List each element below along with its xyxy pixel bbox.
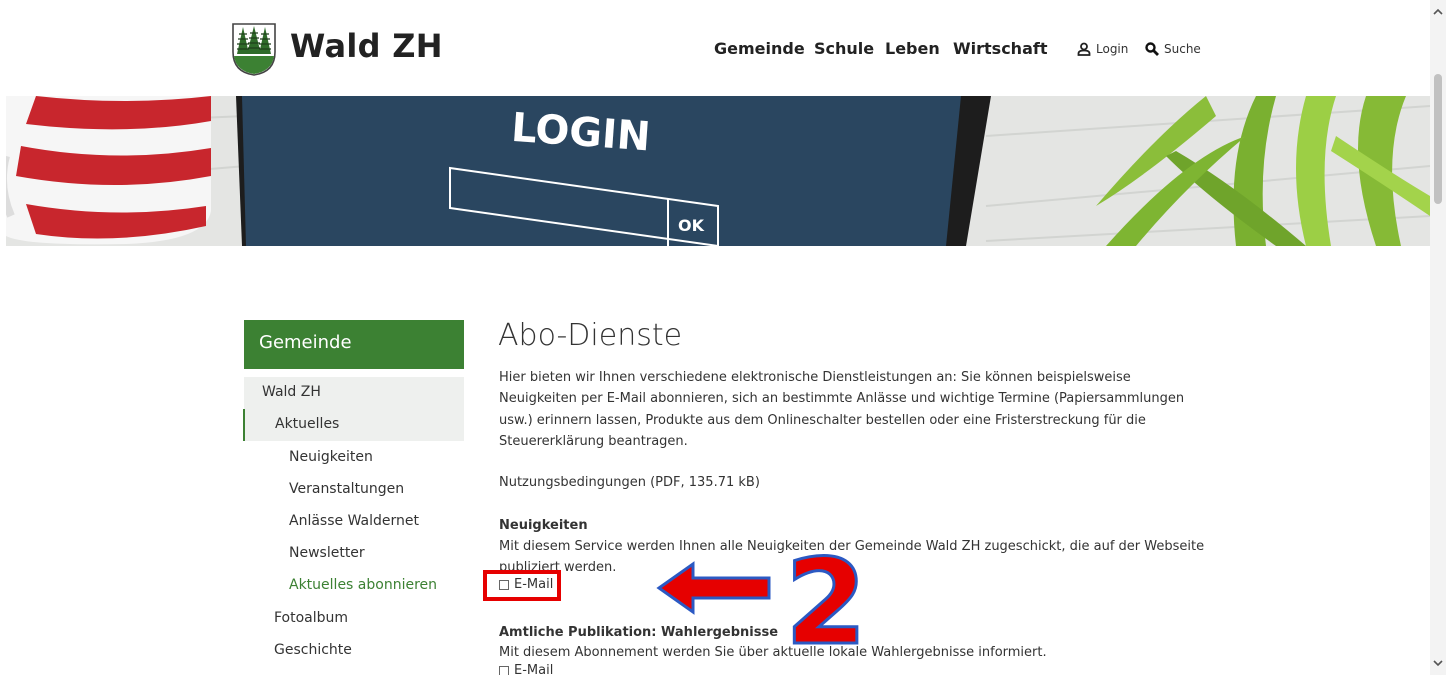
checkbox-box[interactable] (499, 665, 509, 675)
sidebar-item-aktuelles[interactable]: Aktuelles (275, 416, 339, 432)
scroll-up-icon[interactable] (1430, 4, 1446, 20)
sidebar-title[interactable]: Gemeinde (244, 320, 464, 369)
annotation-step-number: 2 (786, 545, 866, 653)
intro-line: Neuigkeiten per E-Mail abonnieren, sich … (499, 391, 1185, 407)
nav-schule[interactable]: Schule (814, 39, 874, 58)
scrollbar-thumb[interactable] (1434, 74, 1442, 204)
nav-gemeinde[interactable]: Gemeinde (714, 39, 805, 58)
user-icon (1077, 42, 1091, 56)
hero-image: LOGIN OK (6, 96, 1430, 246)
site-header: Wald ZH Gemeinde Schule Leben Wirtschaft… (0, 0, 1430, 96)
terms-link[interactable]: Nutzungsbedingungen (PDF, 135.71 kB) (499, 472, 760, 493)
sidebar-item-wald-zh[interactable]: Wald ZH (262, 384, 321, 400)
search-icon (1145, 42, 1159, 56)
login-label: Login (1096, 42, 1129, 56)
hero-banner: LOGIN OK (6, 96, 1430, 246)
section-title-neuigkeiten: Neuigkeiten (499, 518, 588, 533)
mug-illustration (6, 96, 211, 245)
annotation-highlight-box (483, 570, 561, 601)
sidebar-item-aktuelles-abonnieren[interactable]: Aktuelles abonnieren (289, 577, 437, 593)
section-desc-line: Mit diesem Abonnement werden Sie über ak… (499, 645, 1047, 660)
intro-text: Hier bieten wir Ihnen verschiedene elekt… (499, 367, 1184, 452)
search-label: Suche (1164, 42, 1201, 56)
nav-wirtschaft[interactable]: Wirtschaft (953, 39, 1047, 58)
intro-line: Hier bieten wir Ihnen verschiedene elekt… (499, 370, 1131, 385)
scroll-down-icon[interactable] (1430, 655, 1446, 671)
sidebar-item-anlaesse-waldernet[interactable]: Anlässe Waldernet (289, 513, 419, 529)
intro-line: usw.) erinnern lassen, Produkte aus dem … (499, 412, 1146, 428)
annotation-step-number-text: 2 (786, 545, 866, 653)
sidebar-item-neuigkeiten[interactable]: Neuigkeiten (289, 449, 373, 465)
section-title-wahlergebnisse: Amtliche Publikation: Wahlergebnisse (499, 625, 779, 640)
checkbox-label: E-Mail (514, 663, 554, 675)
wald-zh-logo-icon[interactable] (231, 22, 277, 76)
hero-login-text: LOGIN (510, 105, 652, 161)
sidebar-item-newsletter[interactable]: Newsletter (289, 545, 365, 561)
intro-line: Steuererklärung beantragen. (499, 433, 688, 449)
section-desc-wahlergebnisse: Mit diesem Abonnement werden Sie über ak… (499, 642, 1047, 663)
hero-ok-text: OK (678, 216, 705, 235)
sidebar-active-indicator (243, 409, 245, 441)
login-link[interactable]: Login (1077, 42, 1128, 56)
page-scrollbar[interactable] (1430, 0, 1446, 675)
wahlergebnisse-email-checkbox[interactable]: E-Mail (499, 663, 553, 675)
nav-leben[interactable]: Leben (885, 39, 940, 58)
site-name[interactable]: Wald ZH (290, 27, 443, 65)
sidebar-item-geschichte[interactable]: Geschichte (274, 642, 352, 658)
page-title: Abo-Dienste (498, 318, 683, 353)
sidebar-item-veranstaltungen[interactable]: Veranstaltungen (289, 481, 404, 497)
annotation-arrow-icon (656, 561, 771, 615)
search-link[interactable]: Suche (1145, 42, 1201, 56)
sidebar-item-fotoalbum[interactable]: Fotoalbum (274, 610, 348, 626)
